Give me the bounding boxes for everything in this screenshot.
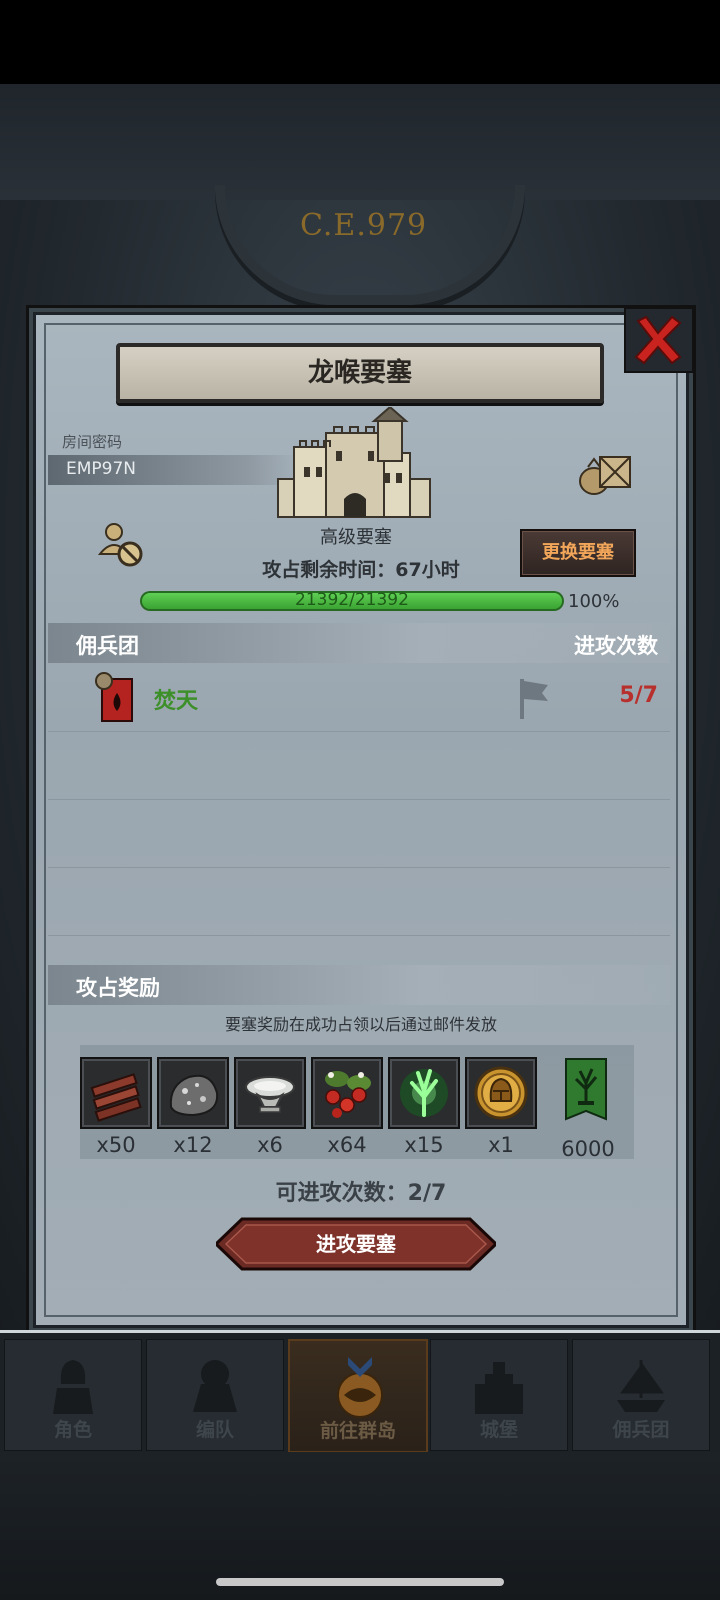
mercenary-row-empty [48, 731, 670, 800]
remaining-time-label: 攻占剩余时间： [262, 559, 396, 581]
reward-quantity: 6000 [561, 1137, 615, 1161]
formation-icon [193, 1360, 237, 1412]
gold-helmet-coin-icon [474, 1066, 528, 1120]
reward-quantity: x12 [173, 1133, 213, 1157]
reward-note: 要塞奖励在成功占领以后通过邮件发放 [224, 1015, 497, 1034]
knight-icon [53, 1360, 93, 1414]
mercenary-banner-icon [95, 672, 133, 722]
castle-icon [475, 1362, 523, 1414]
fortress-type: 高级要塞 [320, 527, 392, 548]
reward-item[interactable]: x64 [311, 1057, 383, 1157]
reward-item[interactable]: x6 [234, 1057, 306, 1157]
silver-bowl-icon [245, 1076, 295, 1113]
room-password-label: 房间密码 [62, 433, 123, 451]
remaining-time-value: 67 [395, 559, 422, 581]
attack-count-header-label: 进攻次数 [574, 634, 658, 658]
mercenary-row[interactable]: 焚天 5/7 [48, 663, 670, 732]
reward-item[interactable]: x1 [465, 1057, 537, 1157]
reward-header-label: 攻占奖励 [76, 976, 160, 1000]
reward-item[interactable]: x50 [80, 1057, 152, 1157]
nav-item-islands[interactable]: 前往群岛 [288, 1339, 428, 1453]
modal-title: 龙喉要塞 [116, 343, 604, 403]
nav-label: 编队 [195, 1419, 234, 1441]
flag-icon [520, 679, 548, 719]
reward-quantity: x1 [488, 1133, 514, 1157]
green-spirit-tree-icon [400, 1069, 448, 1117]
remaining-time: 攻占剩余时间：67小时 [36, 555, 686, 582]
fortress-modal: 龙喉要塞 房间密码 EMP97N 高级要塞 更换要塞 攻占剩余时间：67小时 2… [33, 307, 694, 1328]
reward-quantity: x15 [404, 1133, 444, 1157]
reward-quantity: x64 [327, 1133, 367, 1157]
remaining-time-unit: 小时 [421, 559, 460, 581]
room-code[interactable]: EMP97N [66, 459, 136, 479]
mercenary-row-empty [48, 867, 670, 936]
reward-item[interactable]: x12 [157, 1057, 229, 1157]
fortress-castle-icon [277, 407, 431, 518]
nav-label: 佣兵团 [612, 1419, 670, 1441]
nav-item-mercenary[interactable]: 佣兵团 [572, 1339, 710, 1451]
background-year-label: C.E.979 [300, 208, 428, 243]
mercenary-name: 焚天 [154, 689, 199, 714]
fortress-hp-percent: 100% [568, 591, 620, 612]
reward-quantity: x6 [257, 1133, 283, 1157]
bottom-navigation: 角色 编队 前往群岛 城堡 佣兵团 [0, 1330, 720, 1455]
home-indicator[interactable] [216, 1578, 504, 1586]
wood-planks-icon [90, 1073, 142, 1122]
nav-item-character[interactable]: 角色 [4, 1339, 142, 1451]
nav-label: 前往群岛 [319, 1420, 396, 1442]
stone-ore-icon [169, 1074, 219, 1117]
nav-label: 城堡 [479, 1419, 518, 1441]
nav-item-formation[interactable]: 编队 [146, 1339, 284, 1451]
mercenary-header-label: 佣兵团 [76, 634, 139, 658]
status-bar [0, 0, 720, 84]
reward-item[interactable]: 6000 [550, 1057, 622, 1161]
supplies-bag-icon[interactable] [574, 447, 638, 497]
nav-item-castle[interactable]: 城堡 [430, 1339, 568, 1451]
mercenary-attack-count: 5/7 [619, 683, 658, 708]
close-icon [634, 315, 682, 365]
reward-quantity: x50 [96, 1133, 136, 1157]
fortress-hp-text: 21392/21392 [295, 590, 409, 610]
tree-banner-icon [565, 1058, 607, 1121]
island-map-icon [337, 1357, 383, 1418]
berries-icon [325, 1071, 371, 1118]
attack-fortress-button[interactable]: 进攻要塞 [216, 1217, 496, 1271]
mercenary-row-empty [48, 799, 670, 868]
remaining-attempts: 可进攻次数：2/7 [275, 1181, 447, 1206]
reward-section-header: 攻占奖励 [48, 965, 670, 1005]
reward-item[interactable]: x15 [388, 1057, 460, 1157]
nav-label: 角色 [53, 1419, 92, 1441]
mercenary-section-header: 佣兵团 进攻次数 [48, 623, 670, 663]
mercenary-ship-icon [617, 1359, 665, 1412]
close-button[interactable] [624, 307, 694, 373]
